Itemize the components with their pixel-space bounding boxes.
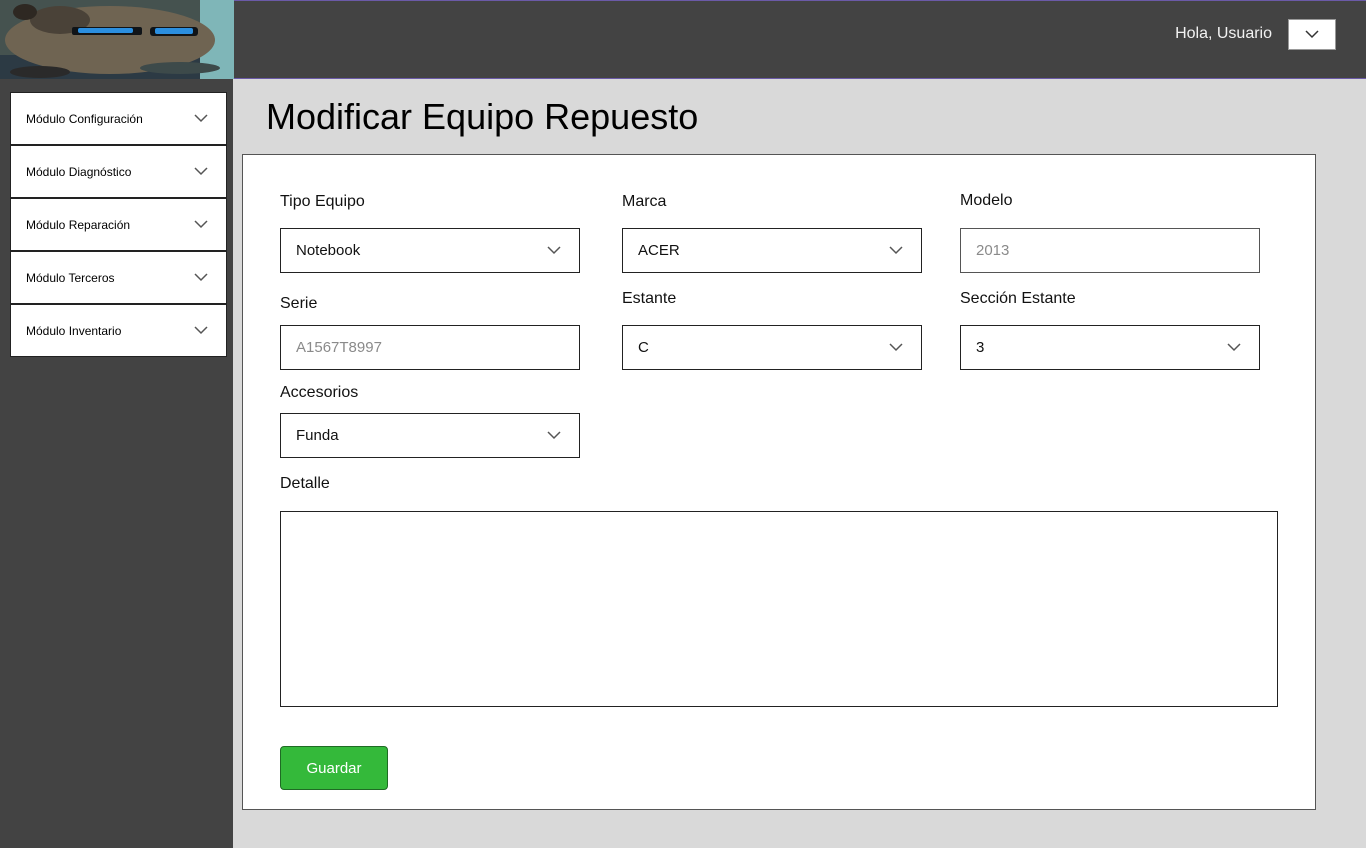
serie-label: Serie bbox=[280, 295, 318, 312]
seccion-estante-label: Sección Estante bbox=[960, 290, 1076, 307]
modelo-label: Modelo bbox=[960, 192, 1013, 209]
marca-value: ACER bbox=[638, 242, 680, 259]
top-bar: Hola, Usuario bbox=[234, 0, 1366, 79]
app-logo bbox=[0, 0, 234, 79]
sidebar-item-reparacion[interactable]: Módulo Reparación bbox=[10, 198, 227, 251]
modelo-field[interactable] bbox=[960, 228, 1260, 273]
accesorios-select[interactable]: Funda bbox=[280, 413, 580, 458]
accesorios-label: Accesorios bbox=[280, 384, 359, 401]
capybara-logo-image bbox=[0, 0, 234, 79]
modelo-input[interactable] bbox=[976, 242, 1241, 259]
chevron-down-icon bbox=[889, 343, 903, 352]
accesorios-value: Funda bbox=[296, 427, 339, 444]
tipo-equipo-value: Notebook bbox=[296, 242, 361, 259]
sidebar-item-label: Módulo Diagnóstico bbox=[26, 164, 132, 179]
chevron-down-icon bbox=[194, 167, 208, 176]
sidebar-item-inventario[interactable]: Módulo Inventario bbox=[10, 304, 227, 357]
page-title: Modificar Equipo Repuesto bbox=[266, 96, 699, 137]
user-menu-dropdown[interactable] bbox=[1288, 19, 1336, 50]
chevron-down-icon bbox=[194, 326, 208, 335]
tipo-equipo-select[interactable]: Notebook bbox=[280, 228, 580, 273]
estante-label: Estante bbox=[622, 290, 677, 307]
user-greeting: Hola, Usuario bbox=[1175, 25, 1272, 42]
chevron-down-icon bbox=[889, 246, 903, 255]
sidebar-item-label: Módulo Inventario bbox=[26, 323, 122, 338]
estante-value: C bbox=[638, 339, 649, 356]
chevron-down-icon bbox=[547, 431, 561, 440]
sidebar-item-configuracion[interactable]: Módulo Configuración bbox=[10, 92, 227, 145]
chevron-down-icon bbox=[194, 114, 208, 123]
detalle-textarea[interactable] bbox=[280, 511, 1278, 707]
detalle-label: Detalle bbox=[280, 475, 330, 492]
chevron-down-icon bbox=[547, 246, 561, 255]
marca-select[interactable]: ACER bbox=[622, 228, 922, 273]
sidebar-item-label: Módulo Reparación bbox=[26, 217, 131, 232]
sidebar-item-diagnostico[interactable]: Módulo Diagnóstico bbox=[10, 145, 227, 198]
serie-input[interactable] bbox=[296, 339, 561, 356]
estante-select[interactable]: C bbox=[622, 325, 922, 370]
chevron-down-icon bbox=[1305, 30, 1319, 39]
sidebar-item-label: Módulo Configuración bbox=[26, 111, 143, 126]
chevron-down-icon bbox=[194, 273, 208, 282]
chevron-down-icon bbox=[194, 220, 208, 229]
serie-field[interactable] bbox=[280, 325, 580, 370]
chevron-down-icon bbox=[1227, 343, 1241, 352]
sidebar-item-label: Módulo Terceros bbox=[26, 270, 115, 285]
marca-label: Marca bbox=[622, 193, 667, 210]
seccion-estante-value: 3 bbox=[976, 339, 985, 356]
tipo-equipo-label: Tipo Equipo bbox=[280, 193, 365, 210]
seccion-estante-select[interactable]: 3 bbox=[960, 325, 1260, 370]
guardar-button[interactable]: Guardar bbox=[280, 746, 388, 790]
sidebar-item-terceros[interactable]: Módulo Terceros bbox=[10, 251, 227, 304]
